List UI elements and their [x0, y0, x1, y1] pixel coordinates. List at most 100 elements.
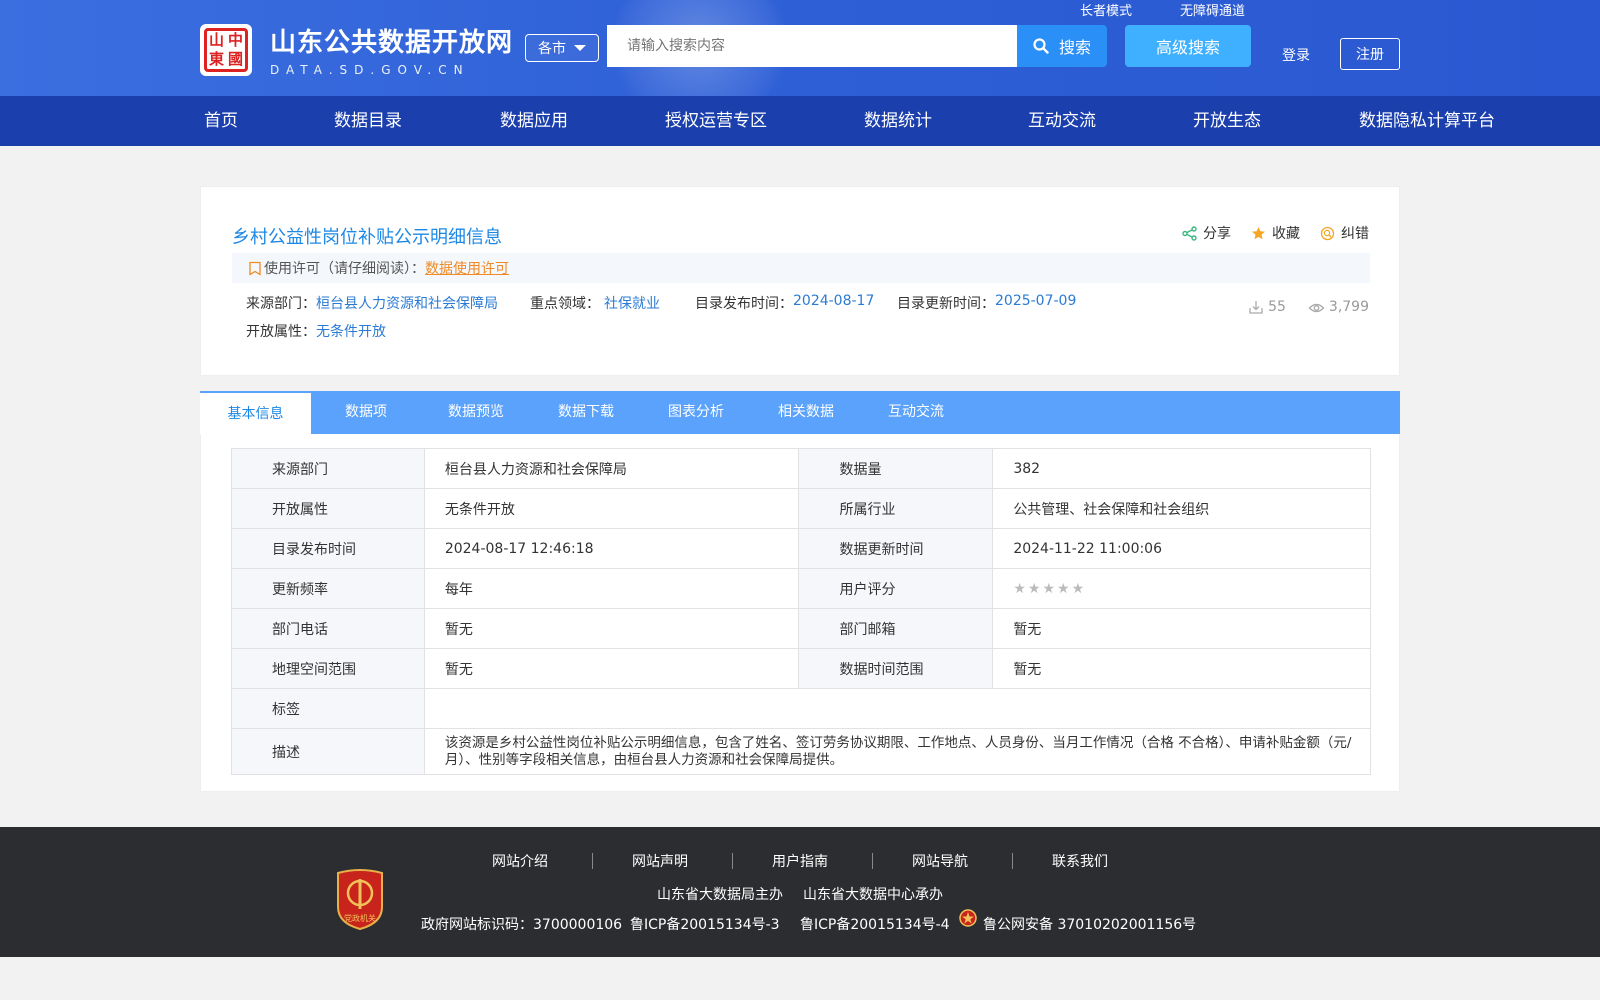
- report-error-button[interactable]: 纠错: [1320, 223, 1369, 243]
- site-logo[interactable]: 山 中 東 國 山东公共数据开放网 DATA.SD.GOV.CN: [200, 22, 513, 77]
- main-nav: 首页 数据目录 数据应用 授权运营专区 数据统计 互动交流 开放生态 数据隐私计…: [0, 96, 1600, 146]
- info-value: ★ ★ ★ ★ ★: [992, 568, 1371, 609]
- police-emblem-icon: [959, 909, 977, 927]
- star-icon: [1251, 226, 1266, 241]
- footer-divider: [732, 853, 733, 869]
- info-key: 标签: [231, 688, 425, 729]
- info-value: 2024-08-17 12:46:18: [423, 528, 800, 569]
- info-key: 目录发布时间: [231, 528, 425, 569]
- dataset-actions: 分享 收藏 纠错: [1162, 223, 1369, 243]
- elder-mode-link[interactable]: 长者模式: [1080, 0, 1132, 19]
- basic-info-table: 来源部门 桓台县人力资源和社会保障局 数据量 382 开放属性 无条件开放 所属…: [231, 448, 1372, 775]
- update-label: 目录更新时间：: [897, 296, 995, 312]
- tab-data-preview[interactable]: 数据预览: [421, 391, 531, 434]
- table-row: 地理空间范围 暂无 数据时间范围 暂无: [231, 648, 1371, 689]
- favorite-button[interactable]: 收藏: [1251, 223, 1300, 243]
- open-value[interactable]: 无条件开放: [316, 321, 386, 341]
- tab-data-download[interactable]: 数据下载: [531, 391, 641, 434]
- search-button-label: 搜索: [1058, 38, 1091, 57]
- table-row: 来源部门 桓台县人力资源和社会保障局 数据量 382: [231, 448, 1371, 489]
- footer-icp-3[interactable]: 鲁ICP备20015134号-3: [630, 914, 780, 934]
- info-key: 数据更新时间: [798, 528, 994, 569]
- city-select[interactable]: 各市: [525, 34, 599, 62]
- field-value[interactable]: 社保就业: [604, 293, 695, 313]
- eye-icon: [1308, 303, 1325, 313]
- footer-link-contact[interactable]: 联系我们: [1052, 851, 1108, 871]
- dataset-header-card: 乡村公益性岗位补贴公示明细信息 分享 收藏 纠错 使用许可（请仔细阅读）： 数据…: [200, 186, 1400, 376]
- seal-char: 山: [208, 30, 224, 49]
- info-value: 每年: [423, 568, 800, 609]
- footer-icp-4[interactable]: 鲁ICP备20015134号-4: [800, 914, 950, 934]
- info-value: [423, 688, 1372, 729]
- nav-item-catalog[interactable]: 数据目录: [334, 96, 402, 146]
- rating-stars[interactable]: ★ ★ ★ ★ ★: [1013, 581, 1370, 597]
- nav-item-statistics[interactable]: 数据统计: [864, 96, 932, 146]
- nav-item-apps[interactable]: 数据应用: [500, 96, 568, 146]
- info-key: 地理空间范围: [231, 648, 425, 689]
- seal-char: 東: [208, 49, 224, 68]
- tab-data-items[interactable]: 数据项: [311, 391, 421, 434]
- share-label: 分享: [1203, 226, 1231, 242]
- search-icon: [1033, 38, 1049, 54]
- info-value: 暂无: [992, 648, 1371, 689]
- footer-link-sitemap[interactable]: 网站导航: [912, 851, 968, 871]
- info-key: 描述: [231, 728, 425, 775]
- footer-link-about[interactable]: 网站介绍: [492, 851, 548, 871]
- publish-label: 目录发布时间：: [695, 296, 793, 312]
- publish-value: 2024-08-17: [793, 293, 875, 309]
- dataset-stats: 55 3,799: [1226, 299, 1369, 315]
- star-icon[interactable]: ★: [1057, 581, 1070, 597]
- footer-link-statement[interactable]: 网站声明: [632, 851, 688, 871]
- dataset-meta-row: 来源部门： 桓台县人力资源和社会保障局 重点领域： 社保就业 目录发布时间： 2…: [246, 293, 1076, 313]
- table-row: 标签: [231, 688, 1372, 729]
- login-link[interactable]: 登录: [1282, 45, 1310, 65]
- table-row: 开放属性 无条件开放 所属行业 公共管理、社会保障和社会组织: [231, 488, 1371, 529]
- footer-divider: [592, 853, 593, 869]
- info-key: 用户评分: [798, 568, 994, 609]
- register-button[interactable]: 注册: [1340, 38, 1400, 70]
- source-value[interactable]: 桓台县人力资源和社会保障局: [316, 293, 530, 313]
- seal-char: 國: [227, 49, 243, 68]
- badge-text: 党政机关: [344, 913, 376, 923]
- license-link[interactable]: 数据使用许可: [425, 258, 509, 278]
- info-value: 暂无: [992, 608, 1371, 649]
- download-icon: [1249, 301, 1263, 314]
- share-button[interactable]: 分享: [1182, 223, 1231, 243]
- city-select-value: 各市: [538, 41, 566, 57]
- nav-item-ecosystem[interactable]: 开放生态: [1193, 96, 1261, 146]
- nav-item-privacy-computing[interactable]: 数据隐私计算平台: [1359, 96, 1495, 146]
- tab-interaction[interactable]: 互动交流: [861, 391, 971, 434]
- search-button[interactable]: 搜索: [1017, 25, 1107, 67]
- info-key: 来源部门: [231, 448, 425, 489]
- search-input[interactable]: [607, 25, 1017, 67]
- update-value: 2025-07-09: [995, 293, 1077, 309]
- info-value: 382: [992, 448, 1371, 489]
- tab-chart-analysis[interactable]: 图表分析: [641, 391, 751, 434]
- info-key: 所属行业: [798, 488, 994, 529]
- nav-item-authorized[interactable]: 授权运营专区: [665, 96, 767, 146]
- table-row: 目录发布时间 2024-08-17 12:46:18 数据更新时间 2024-1…: [231, 528, 1371, 569]
- footer-link-guide[interactable]: 用户指南: [772, 851, 828, 871]
- star-icon[interactable]: ★: [1072, 581, 1085, 597]
- accessibility-link[interactable]: 无障碍通道: [1180, 0, 1245, 19]
- open-label: 开放属性：: [246, 324, 316, 340]
- site-domain: DATA.SD.GOV.CN: [270, 63, 470, 77]
- download-count: 55: [1248, 299, 1286, 315]
- info-value: 暂无: [423, 648, 800, 689]
- tab-related-data[interactable]: 相关数据: [751, 391, 861, 434]
- nav-item-interaction[interactable]: 互动交流: [1028, 96, 1096, 146]
- footer-police-record[interactable]: 鲁公网安备 37010202001156号: [983, 914, 1196, 934]
- share-icon: [1182, 225, 1197, 241]
- star-icon[interactable]: ★: [1042, 581, 1055, 597]
- favorite-label: 收藏: [1272, 226, 1300, 242]
- info-key: 数据时间范围: [798, 648, 994, 689]
- bookmark-icon: [248, 261, 262, 276]
- table-row: 描述 该资源是乡村公益性岗位补贴公示明细信息，包含了姓名、签订劳务协议期限、工作…: [231, 728, 1372, 775]
- star-icon[interactable]: ★: [1013, 581, 1026, 597]
- nav-item-home[interactable]: 首页: [204, 96, 238, 146]
- table-row: 部门电话 暂无 部门邮箱 暂无: [231, 608, 1371, 649]
- advanced-search-button[interactable]: 高级搜索: [1125, 25, 1251, 67]
- tab-basic-info[interactable]: 基本信息: [200, 391, 311, 434]
- star-icon[interactable]: ★: [1028, 581, 1041, 597]
- info-key: 部门电话: [231, 608, 425, 649]
